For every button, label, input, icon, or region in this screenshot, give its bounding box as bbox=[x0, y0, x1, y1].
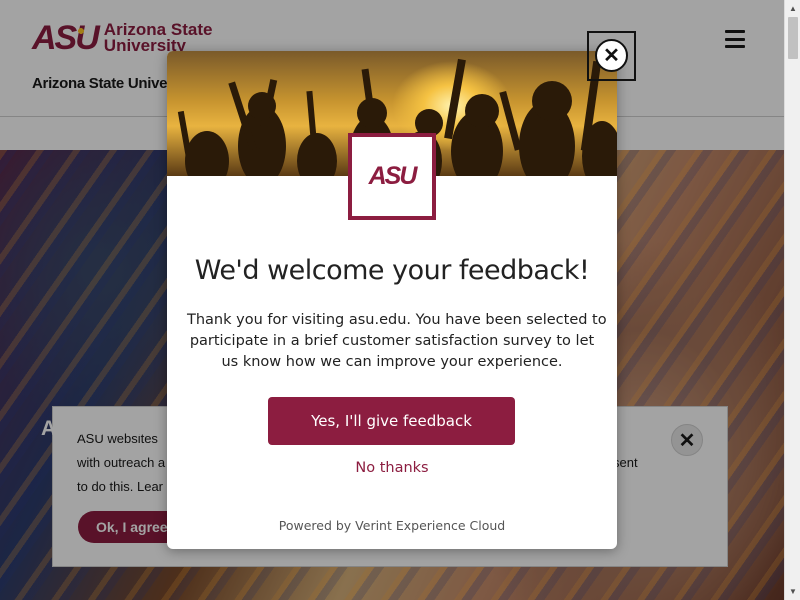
feedback-modal: ASU We'd welcome your feedback! Thank yo… bbox=[167, 51, 617, 549]
modal-close-icon[interactable]: ✕ bbox=[595, 39, 628, 72]
modal-body-line: participate in a brief customer satisfac… bbox=[189, 333, 595, 349]
scroll-up-icon[interactable]: ▲ bbox=[785, 0, 800, 17]
powered-by-text: Powered by Verint Experience Cloud bbox=[278, 518, 506, 533]
scroll-down-icon[interactable]: ▼ bbox=[785, 583, 800, 600]
asu-badge: ASU bbox=[348, 133, 436, 220]
modal-body-line: us know how we can improve your experien… bbox=[221, 354, 563, 370]
give-feedback-button[interactable]: Yes, I'll give feedback bbox=[268, 397, 515, 445]
scrollbar[interactable]: ▲ ▼ bbox=[784, 0, 800, 600]
scroll-thumb[interactable] bbox=[788, 17, 798, 59]
modal-title: We'd welcome your feedback! bbox=[194, 255, 590, 286]
modal-body: Thank you for visiting asu.edu. You have… bbox=[187, 310, 607, 373]
modal-body-line: Thank you for visiting asu.edu. You have… bbox=[187, 312, 607, 328]
no-thanks-link[interactable]: No thanks bbox=[167, 460, 617, 476]
asu-badge-text: ASU bbox=[368, 162, 418, 190]
